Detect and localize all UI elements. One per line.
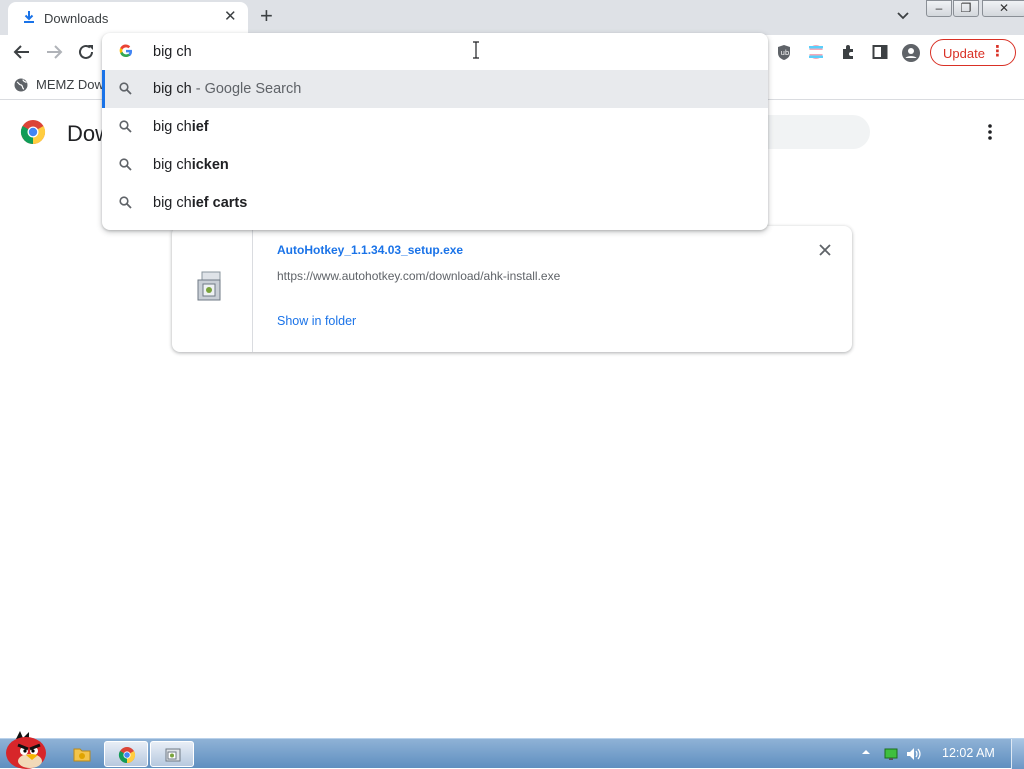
google-g-icon	[119, 44, 133, 58]
close-window-button[interactable]: ✕	[982, 0, 1024, 17]
reload-icon[interactable]	[77, 43, 95, 61]
suggestion-hint: - Google Search	[191, 81, 302, 97]
installer-icon	[164, 746, 182, 764]
suggestion-completion: ief	[191, 119, 209, 135]
network-icon[interactable]	[884, 747, 898, 761]
chrome-icon	[118, 746, 136, 764]
tab-search-icon[interactable]	[896, 9, 910, 23]
taskbar-installer[interactable]	[150, 741, 194, 767]
tab-close-icon[interactable]: ✕	[224, 9, 237, 24]
search-icon	[119, 196, 132, 209]
minimize-button[interactable]: ‒	[926, 0, 952, 17]
text-cursor-icon	[472, 41, 480, 59]
tray-up-arrow-icon[interactable]	[861, 747, 871, 757]
suggestion-completion: icken	[191, 157, 229, 173]
update-button[interactable]: Update ⋮	[930, 39, 1016, 66]
search-icon	[119, 82, 132, 95]
download-filename-link[interactable]: AutoHotkey_1.1.34.03_setup.exe	[277, 243, 463, 257]
restore-button[interactable]: ❐	[953, 0, 979, 17]
suggestion-prefix: big ch	[153, 195, 192, 211]
globe-icon	[14, 78, 28, 92]
suggestion-prefix: big ch	[153, 119, 192, 135]
window-controls: ‒ ❐ ✕	[926, 0, 1024, 17]
suggestion-prefix: big ch	[153, 81, 192, 97]
omnibox-dropdown: big ch big ch - Google Search big chief …	[102, 33, 768, 230]
folder-icon	[73, 745, 91, 763]
tab-downloads[interactable]: Downloads ✕	[8, 2, 248, 35]
address-bar[interactable]: big ch	[102, 33, 768, 70]
bookmark-label: MEMZ Dow	[36, 77, 104, 92]
download-item: AutoHotkey_1.1.34.03_setup.exe https://w…	[172, 226, 852, 352]
divider	[252, 226, 253, 352]
volume-icon[interactable]	[906, 747, 922, 761]
show-desktop-button[interactable]	[1011, 739, 1024, 769]
suggestion-item[interactable]: big ch - Google Search	[102, 70, 768, 108]
taskbar-clock[interactable]: 12:02 AM	[942, 746, 995, 760]
suggestion-item[interactable]: big chief	[102, 108, 768, 146]
ublock-icon[interactable]: ub	[776, 44, 792, 61]
chrome-menu-icon[interactable]: ⋮	[990, 44, 1005, 60]
remove-download-icon[interactable]	[818, 243, 832, 257]
taskbar: 12:02 AM	[0, 731, 1024, 769]
taskbar-explorer[interactable]	[60, 741, 104, 767]
search-icon	[119, 120, 132, 133]
forward-icon[interactable]	[45, 43, 63, 61]
profile-avatar-icon[interactable]	[902, 44, 920, 62]
suggestion-prefix: big ch	[153, 157, 192, 173]
back-icon[interactable]	[13, 43, 31, 61]
show-in-folder-link[interactable]: Show in folder	[277, 314, 356, 328]
svg-text:ub: ub	[781, 49, 790, 57]
update-label: Update	[943, 46, 985, 61]
download-icon	[22, 10, 36, 24]
chrome-logo-icon	[20, 119, 46, 145]
address-input-text[interactable]: big ch	[153, 44, 192, 60]
suggestion-item[interactable]: big chief carts	[102, 184, 768, 222]
tab-strip: Downloads ✕ + ‒ ❐ ✕	[0, 0, 1024, 35]
more-options-icon[interactable]	[981, 123, 999, 141]
suggestion-item[interactable]: big chicken	[102, 146, 768, 184]
start-button-bird-icon[interactable]	[2, 731, 50, 769]
download-source-url[interactable]: https://www.autohotkey.com/download/ahk-…	[277, 269, 560, 283]
installer-file-icon	[196, 270, 226, 304]
new-tab-button[interactable]: +	[260, 5, 273, 27]
search-icon	[119, 158, 132, 171]
bookmark-memz[interactable]: MEMZ Dow	[14, 77, 104, 92]
taskbar-chrome[interactable]	[104, 741, 148, 767]
extension-flag-icon[interactable]	[808, 44, 824, 60]
suggestion-completion: ief carts	[191, 195, 248, 211]
tab-title: Downloads	[44, 11, 109, 26]
extensions-puzzle-icon[interactable]	[840, 44, 856, 60]
side-panel-icon[interactable]	[872, 44, 888, 60]
